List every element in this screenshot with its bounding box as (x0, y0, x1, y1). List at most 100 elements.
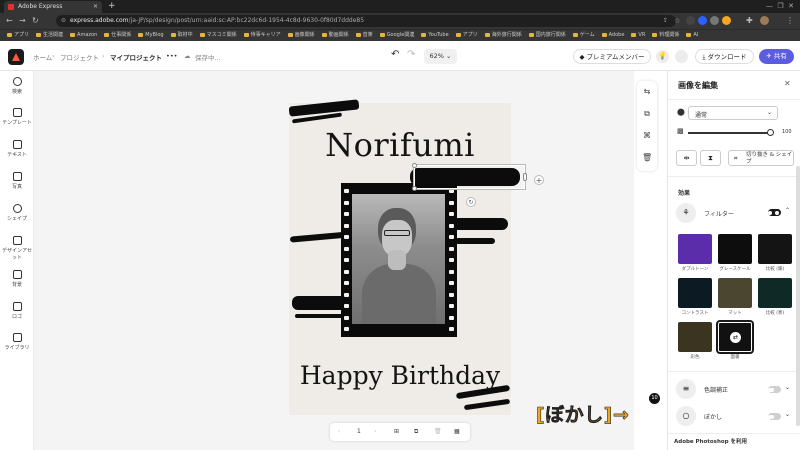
blur-toggle[interactable] (768, 413, 781, 420)
address-bar[interactable]: ⊜ express.adobe.com/ja-JP/sp/design/post… (56, 15, 676, 27)
filter-thumbnail[interactable] (758, 278, 792, 308)
bookmark-item[interactable]: Adobe (602, 30, 625, 41)
bookmark-item[interactable]: 料理関係 (652, 30, 679, 41)
delete-page-icon[interactable]: 🗑 (434, 423, 442, 441)
swap-icon[interactable]: ⇆ (642, 87, 652, 97)
window-controls[interactable]: — ❐ ✕ (766, 0, 794, 12)
back-icon[interactable]: ← (6, 16, 13, 26)
rail-item-search[interactable]: 検索 (0, 77, 34, 95)
next-page-icon[interactable]: › (374, 423, 376, 441)
rail-item-shape[interactable]: シェイプ (0, 204, 34, 222)
share-page-icon[interactable]: ⇪ (663, 16, 668, 26)
browser-tab[interactable]: Adobe Express ✕ (4, 1, 102, 13)
undo-icon[interactable]: ↶ (391, 49, 399, 60)
rail-item-background[interactable]: 背景 (0, 270, 34, 288)
filter-thumbnail[interactable] (718, 234, 752, 264)
more-options-icon[interactable]: ••• (166, 52, 178, 60)
bookmark-item[interactable]: Amazon (70, 30, 97, 41)
bookmark-item[interactable]: 画像関係 (288, 30, 315, 41)
redo-icon[interactable]: ↷ (407, 49, 415, 60)
bookmark-item[interactable]: AI (686, 30, 698, 41)
opacity-slider[interactable] (688, 132, 770, 134)
share-button[interactable]: ✈ 共有 (759, 49, 794, 64)
bookmark-item[interactable]: 動画関係 (322, 30, 349, 41)
close-tab-icon[interactable]: ✕ (93, 1, 98, 13)
rail-item-logo[interactable]: ロゴ (0, 302, 34, 320)
add-element-icon[interactable]: + (534, 175, 544, 185)
card-title-text[interactable]: Norifumi (289, 126, 511, 164)
extension-s-icon[interactable] (686, 16, 695, 25)
flip-horizontal-button[interactable]: ⇹ (676, 150, 697, 166)
bookmark-item[interactable]: マスコミ関係 (200, 30, 237, 41)
breadcrumb-current[interactable]: マイプロジェクト (110, 52, 162, 62)
filter-thumbnail[interactable] (678, 234, 712, 264)
site-info-icon[interactable]: ⊜ (61, 15, 66, 27)
filter-thumbnail[interactable] (678, 322, 712, 352)
filter-thumbnail[interactable] (678, 278, 712, 308)
chevron-down-icon[interactable]: ⌄ (785, 411, 790, 418)
bookmark-item[interactable]: 仕事関係 (104, 30, 131, 41)
filter-thumbnail[interactable]: ⇄ (716, 320, 754, 354)
adobe-express-logo[interactable] (8, 49, 24, 65)
bookmark-star-icon[interactable]: ☆ (674, 16, 680, 26)
rail-item-photo[interactable]: 写真 (0, 172, 34, 190)
crop-shape-button[interactable]: ⌗ 切り抜き & シェイプ (728, 150, 794, 166)
layers-icon[interactable]: ⌘ (642, 131, 652, 141)
bookmark-item[interactable]: MyBlog (138, 30, 163, 41)
forward-icon[interactable]: → (19, 16, 26, 26)
filter-thumbnail[interactable] (758, 234, 792, 264)
download-button[interactable]: ⤓ ダウンロード (695, 49, 754, 64)
prev-page-icon[interactable]: ‹ (338, 423, 340, 441)
bookmark-item[interactable]: 侍事キャリア (244, 30, 281, 41)
filter-toggle[interactable] (768, 209, 781, 216)
grid-view-icon[interactable]: ▦ (454, 423, 460, 441)
opacity-slider-thumb[interactable] (767, 129, 774, 136)
panel-scrollbar[interactable] (796, 166, 800, 426)
selection-box[interactable] (412, 163, 527, 191)
browser-menu-icon[interactable]: ⋮ (786, 16, 794, 26)
filter-thumbnail[interactable] (718, 278, 752, 308)
bookmark-item[interactable]: 取材中 (171, 30, 193, 41)
bookmark-item[interactable]: Google関連 (380, 30, 415, 41)
delete-icon[interactable]: 🗑 (642, 153, 652, 163)
portrait-photo[interactable] (352, 194, 445, 324)
bookmark-item[interactable]: アプリ (456, 30, 478, 41)
breadcrumb-projects[interactable]: プロジェクト (60, 52, 99, 62)
resize-handle[interactable] (523, 173, 527, 181)
duplicate-icon[interactable]: ⧉ (642, 109, 652, 119)
extension-orange-icon[interactable] (722, 16, 731, 25)
duplicate-page-icon[interactable]: ⧉ (414, 423, 418, 441)
extension-gray-icon[interactable] (710, 16, 719, 25)
profile-avatar[interactable] (760, 16, 769, 25)
resize-handle[interactable] (412, 163, 417, 168)
rail-item-template[interactable]: テンプレート (0, 108, 34, 126)
bookmark-item[interactable]: アプリ (7, 30, 29, 41)
bookmark-item[interactable]: YouTube (421, 30, 448, 41)
lightbulb-icon[interactable]: 💡 (656, 50, 669, 63)
close-panel-icon[interactable]: ✕ (784, 79, 791, 88)
bookmark-item[interactable]: 音楽 (356, 30, 373, 41)
blend-mode-select[interactable]: 通常 ⌄ (688, 106, 778, 120)
add-page-icon[interactable]: ⊞ (394, 423, 399, 441)
premium-member-button[interactable]: ◆ プレミアムメンバー (573, 49, 651, 64)
rail-item-text[interactable]: テキスト (0, 140, 34, 158)
rail-item-design-assets[interactable]: デザインアセット (0, 236, 34, 261)
flip-vertical-button[interactable]: ⧗ (700, 150, 721, 166)
bookmark-item[interactable]: 生活関連 (36, 30, 63, 41)
app-icon[interactable] (675, 50, 688, 63)
new-tab-icon[interactable]: + (108, 1, 116, 12)
bookmark-item[interactable]: ゲーム (573, 30, 595, 41)
extension-blue-icon[interactable] (698, 16, 707, 25)
photoshop-label[interactable]: Adobe Photoshop を利用 (674, 437, 747, 445)
color-adjust-toggle[interactable] (768, 386, 781, 393)
bookmark-item[interactable]: 国内旅行関係 (529, 30, 566, 41)
resize-handle[interactable] (412, 186, 417, 191)
chevron-up-icon[interactable]: ⌃ (785, 207, 790, 214)
bookmark-item[interactable]: VR (631, 30, 645, 41)
bookmark-item[interactable]: 海外旅行関係 (485, 30, 522, 41)
breadcrumb-home[interactable]: ホーム (33, 52, 52, 62)
chevron-down-icon[interactable]: ⌄ (785, 384, 790, 391)
rail-item-library[interactable]: ライブラリ (0, 333, 34, 351)
rotate-handle-icon[interactable]: ↻ (466, 197, 476, 207)
reload-icon[interactable]: ↻ (32, 16, 39, 26)
